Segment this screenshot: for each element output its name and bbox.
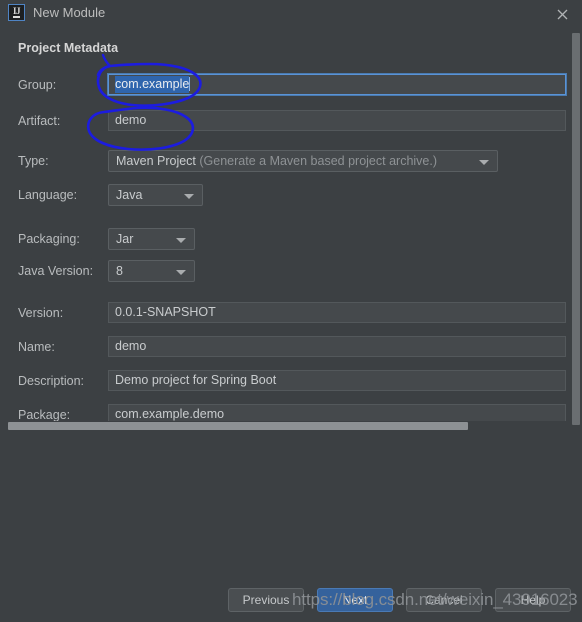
label-type: Type: xyxy=(18,154,49,168)
help-button[interactable]: Help xyxy=(495,588,571,612)
new-module-dialog: IJ New Module Project Metadata Group: co… xyxy=(0,0,582,622)
group-input-value: com.example xyxy=(115,76,190,93)
type-combo[interactable]: Maven Project (Generate a Maven based pr… xyxy=(108,150,498,172)
chevron-down-icon xyxy=(176,270,186,275)
label-name: Name: xyxy=(18,340,55,354)
label-java-version: Java Version: xyxy=(18,264,94,278)
chevron-down-icon xyxy=(184,194,194,199)
language-combo[interactable]: Java xyxy=(108,184,203,206)
name-input[interactable]: demo xyxy=(108,336,566,357)
close-icon[interactable] xyxy=(552,4,572,24)
field-row-name: Name: demo xyxy=(0,336,582,358)
artifact-input[interactable]: demo xyxy=(108,110,566,131)
field-row-language: Language: Java xyxy=(0,184,582,206)
group-input[interactable]: com.example xyxy=(108,74,566,95)
field-row-group: Group: com.example xyxy=(0,74,582,96)
label-packaging: Packaging: xyxy=(18,232,80,246)
next-button[interactable]: Next xyxy=(317,588,393,612)
label-artifact: Artifact: xyxy=(18,114,61,128)
section-title: Project Metadata xyxy=(18,41,119,55)
label-group: Group: xyxy=(18,78,57,92)
chevron-down-icon xyxy=(479,160,489,165)
title-bar: IJ New Module xyxy=(0,0,582,27)
label-version: Version: xyxy=(18,306,64,320)
form-panel: Project Metadata Group: com.example Arti… xyxy=(0,27,582,435)
field-row-packaging: Packaging: Jar xyxy=(0,228,582,250)
description-input[interactable]: Demo project for Spring Boot xyxy=(108,370,566,391)
cancel-button[interactable]: Cancel xyxy=(406,588,482,612)
label-description: Description: xyxy=(18,374,84,388)
type-combo-value: Maven Project xyxy=(116,154,196,168)
packaging-combo[interactable]: Jar xyxy=(108,228,195,250)
intellij-ij-icon: IJ xyxy=(8,4,25,21)
version-input[interactable]: 0.0.1-SNAPSHOT xyxy=(108,302,566,323)
packaging-combo-value: Jar xyxy=(116,232,134,246)
previous-button[interactable]: Previous xyxy=(228,588,304,612)
field-row-version: Version: 0.0.1-SNAPSHOT xyxy=(0,302,582,324)
vertical-scrollbar-thumb[interactable] xyxy=(572,33,580,425)
field-row-description: Description: Demo project for Spring Boo… xyxy=(0,370,582,392)
chevron-down-icon xyxy=(176,238,186,243)
horizontal-scrollbar-thumb[interactable] xyxy=(8,422,468,430)
window-title: New Module xyxy=(33,5,106,20)
text-caret xyxy=(189,77,191,91)
label-language: Language: xyxy=(18,188,78,202)
field-row-type: Type: Maven Project (Generate a Maven ba… xyxy=(0,150,582,172)
field-row-artifact: Artifact: demo xyxy=(0,110,582,132)
language-combo-value: Java xyxy=(116,188,143,202)
java-version-combo[interactable]: 8 xyxy=(108,260,195,282)
field-row-java-version: Java Version: 8 xyxy=(0,260,582,282)
java-version-combo-value: 8 xyxy=(116,264,123,278)
type-combo-hint: (Generate a Maven based project archive.… xyxy=(199,154,438,168)
